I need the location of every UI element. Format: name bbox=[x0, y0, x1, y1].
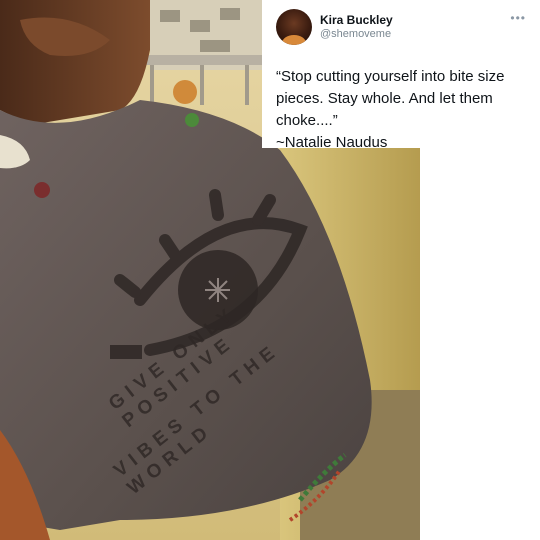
tweet-card: Kira Buckley @shemoveme ••• “Stop cuttin… bbox=[262, 0, 540, 151]
user-handle[interactable]: @shemoveme bbox=[320, 28, 393, 41]
tweet-text: “Stop cutting yourself into bite size pi… bbox=[276, 68, 505, 151]
tweet-header: Kira Buckley @shemoveme bbox=[276, 8, 526, 46]
avatar[interactable] bbox=[276, 9, 312, 45]
tweet-author: Kira Buckley @shemoveme bbox=[320, 13, 393, 41]
more-horizontal-icon[interactable]: ••• bbox=[510, 12, 526, 24]
display-name[interactable]: Kira Buckley bbox=[320, 13, 393, 27]
